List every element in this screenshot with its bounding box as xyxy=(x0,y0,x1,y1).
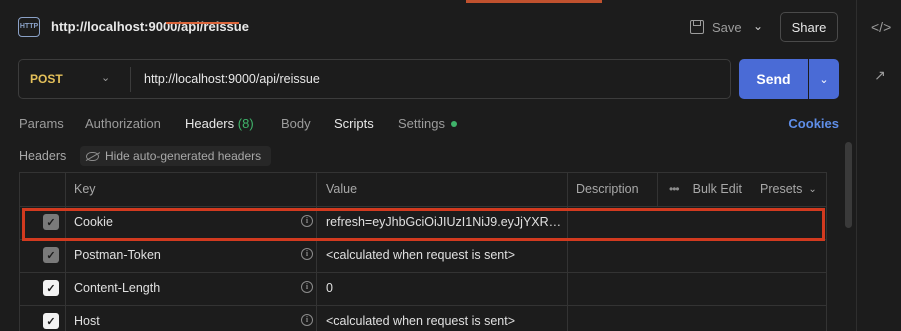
save-label: Save xyxy=(712,19,742,35)
header-key[interactable]: Content-Length xyxy=(74,281,160,295)
info-icon[interactable]: i xyxy=(301,314,313,326)
column-header-description: Description xyxy=(576,182,639,196)
share-button[interactable]: Share xyxy=(780,12,838,42)
cookies-link[interactable]: Cookies xyxy=(788,116,839,131)
save-button[interactable]: Save xyxy=(690,14,742,40)
save-chevron-down-icon[interactable]: ⌄ xyxy=(753,19,763,33)
tab-authorization[interactable]: Authorization xyxy=(85,116,161,131)
settings-modified-dot xyxy=(450,120,457,127)
tab-headers[interactable]: Headers (8) xyxy=(185,116,254,131)
header-key[interactable]: Host xyxy=(74,314,100,328)
tab-headers-underline xyxy=(166,22,239,24)
row-checkbox[interactable]: ✓ xyxy=(43,280,59,296)
column-divider xyxy=(657,173,658,206)
tab-params[interactable]: Params xyxy=(19,116,64,131)
more-options-icon[interactable]: ••• xyxy=(669,182,680,196)
scrollbar[interactable] xyxy=(845,142,852,228)
headers-toolbar: Headers Hide auto-generated headers xyxy=(19,146,319,166)
code-icon[interactable]: </> xyxy=(871,18,891,36)
send-button[interactable]: Send xyxy=(739,59,808,99)
save-icon xyxy=(690,20,704,34)
eye-off-icon xyxy=(86,151,99,161)
table-row: ✓ Postman-Token i <calculated when reque… xyxy=(20,239,826,272)
column-header-key: Key xyxy=(74,182,96,196)
url-bar: POST ⌄ http://localhost:9000/api/reissue xyxy=(18,59,731,99)
http-request-icon: HTTP xyxy=(18,17,40,37)
header-value[interactable]: <calculated when request is sent> xyxy=(326,314,562,328)
url-divider xyxy=(130,67,131,92)
headers-count-badge: (8) xyxy=(237,116,254,131)
table-row: ✓ Host i <calculated when request is sen… xyxy=(20,305,826,331)
column-header-value: Value xyxy=(326,182,358,196)
tab-settings[interactable]: Settings xyxy=(398,116,457,131)
request-title-row: HTTP http://localhost:9000/api/reissue S… xyxy=(18,12,840,42)
presets-label: Presets xyxy=(760,182,803,196)
header-key[interactable]: Postman-Token xyxy=(74,248,161,262)
headers-section-label: Headers xyxy=(19,149,67,163)
related-collections-icon[interactable]: ↗ xyxy=(871,66,889,84)
url-input[interactable]: http://localhost:9000/api/reissue xyxy=(144,72,320,86)
headers-table: Key Value Description ••• Bulk Edit Pres… xyxy=(19,172,827,331)
request-panel: HTTP http://localhost:9000/api/reissue S… xyxy=(0,0,853,331)
info-icon[interactable]: i xyxy=(301,281,313,293)
bulk-edit-label: Bulk Edit xyxy=(692,182,742,196)
cookie-row-highlight xyxy=(22,208,825,241)
table-row: ✓ Content-Length i 0 xyxy=(20,272,826,305)
row-checkbox[interactable]: ✓ xyxy=(43,247,59,263)
presets-chevron-down-icon: ⌄ xyxy=(808,183,817,195)
tab-settings-label: Settings xyxy=(398,116,445,131)
request-tabs: Params Authorization Headers (8) Body Sc… xyxy=(19,116,839,138)
row-checkbox[interactable]: ✓ xyxy=(43,313,59,329)
hide-auto-generated-button[interactable]: Hide auto-generated headers xyxy=(80,146,272,166)
header-value[interactable]: 0 xyxy=(326,281,562,295)
right-sidebar: </> ↗ xyxy=(856,0,901,331)
hide-auto-generated-label: Hide auto-generated headers xyxy=(105,149,262,163)
tab-body[interactable]: Body xyxy=(281,116,311,131)
active-tab-indicator xyxy=(466,0,602,3)
bulk-edit-button[interactable]: ••• Bulk Edit xyxy=(669,182,742,196)
info-icon[interactable]: i xyxy=(301,248,313,260)
header-value[interactable]: <calculated when request is sent> xyxy=(326,248,562,262)
method-select[interactable]: POST xyxy=(30,72,63,86)
tab-scripts[interactable]: Scripts xyxy=(334,116,374,131)
send-options-chevron-down-icon[interactable]: ⌄ xyxy=(809,59,839,99)
tab-headers-label: Headers xyxy=(185,116,235,131)
presets-dropdown[interactable]: Presets ⌄ xyxy=(760,182,817,196)
method-chevron-down-icon[interactable]: ⌄ xyxy=(101,71,110,84)
